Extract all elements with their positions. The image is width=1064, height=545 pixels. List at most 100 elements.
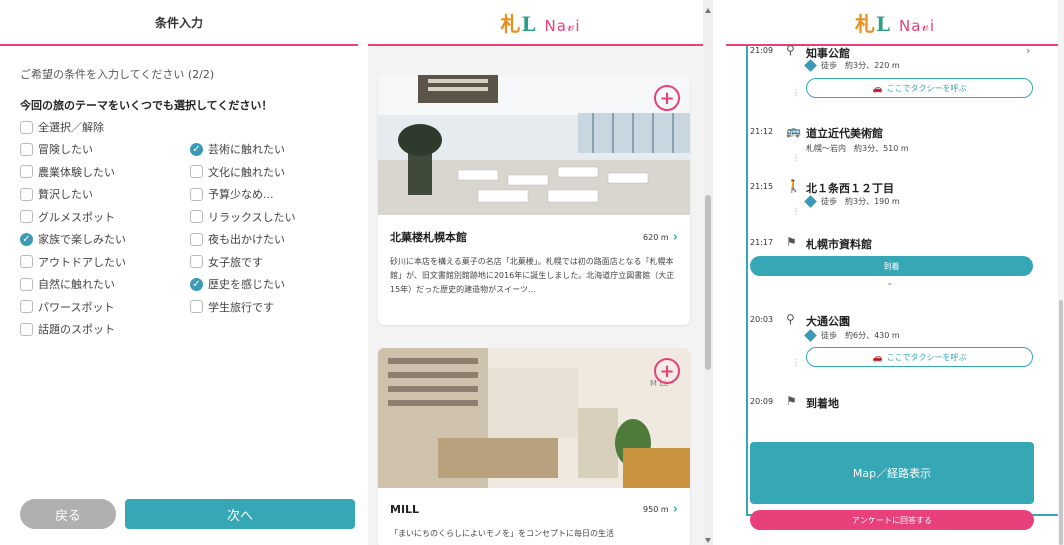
checkbox-label: 歴史を感じたい xyxy=(208,278,285,291)
theme-checkbox[interactable]: 農業体験したい xyxy=(20,163,115,181)
chevron-right-icon[interactable]: › xyxy=(673,502,678,517)
chevron-down-icon[interactable]: ⌄ xyxy=(886,278,894,288)
checkbox-box[interactable] xyxy=(20,142,33,156)
stop-name[interactable]: 道立近代美術館 xyxy=(806,125,883,141)
theme-checkbox[interactable]: パワースポット xyxy=(20,298,114,316)
theme-checkbox[interactable]: リラックスしたい xyxy=(190,208,296,226)
route-connector: ⋮ xyxy=(792,207,800,216)
back-button[interactable]: 戻る xyxy=(20,499,116,529)
checkbox-box[interactable] xyxy=(20,277,33,291)
stop-name[interactable]: 知事公館 xyxy=(806,45,850,61)
card-title-row: 北菓楼札幌本館 620 m › xyxy=(378,215,690,251)
checkbox-label: リラックスしたい xyxy=(208,210,296,224)
spot-title: MILL xyxy=(390,503,420,516)
stop-time: 21:17 xyxy=(750,238,774,247)
theme-checkbox[interactable]: 冒険したい xyxy=(20,140,93,158)
call-taxi-button[interactable]: 🚗 ここでタクシーを呼ぶ xyxy=(806,78,1033,98)
arrived-button[interactable]: 到着 xyxy=(750,256,1033,276)
checkmark-icon[interactable]: ✓ xyxy=(20,232,33,246)
stop-name[interactable]: 到着地 xyxy=(806,395,839,411)
distance-text: 950 m xyxy=(643,505,669,514)
checkbox-box[interactable] xyxy=(20,165,33,178)
select-all-checkbox[interactable]: 全選択／解除 xyxy=(20,118,104,136)
checkbox-box[interactable] xyxy=(20,322,33,336)
scrollbar[interactable] xyxy=(1058,0,1064,545)
spot-description: 「まいにちのくらしによいモノを」をコンセプトに毎日の生活 xyxy=(390,529,614,538)
pin-icon: ⚲ xyxy=(786,312,795,326)
theme-checkbox[interactable]: グルメスポット xyxy=(20,208,115,226)
map-route-button[interactable]: Map／経路表示 xyxy=(750,442,1034,504)
chevron-right-icon[interactable]: › xyxy=(673,230,678,245)
stop-time: 21:15 xyxy=(750,182,774,191)
theme-checkbox[interactable]: ✓ 歴史を感じたい xyxy=(190,275,285,293)
scrollbar[interactable] xyxy=(703,0,713,545)
spot-card[interactable]: + 北菓楼札幌本館 620 m › 砂川に本店を構える菓子の名店「北菓楼」。札幌… xyxy=(378,75,690,325)
checkbox-box[interactable] xyxy=(190,255,203,268)
checkbox-box[interactable] xyxy=(20,120,33,134)
checkbox-box[interactable] xyxy=(190,210,203,223)
stop-name[interactable]: 大通公園 xyxy=(806,313,850,329)
walk-text: 徒歩 約6分、430 m xyxy=(821,331,900,340)
transit-info: 札幌〜岩内 約3分、510 m xyxy=(806,144,909,153)
walk-icon xyxy=(804,329,817,342)
theme-checkbox[interactable]: 学生旅行です xyxy=(190,298,274,316)
checkbox-label: 冒険したい xyxy=(38,143,93,156)
spot-distance[interactable]: 950 m › xyxy=(643,502,678,517)
distance-text: 620 m xyxy=(643,232,669,242)
checkbox-box[interactable] xyxy=(190,165,203,178)
theme-checkbox[interactable]: 文化に触れたい xyxy=(190,163,285,181)
checkbox-label: 自然に触れたい xyxy=(38,278,115,291)
stop-name[interactable]: 北１条西１２丁目 xyxy=(806,180,894,196)
checkbox-box[interactable] xyxy=(20,187,33,201)
add-spot-icon[interactable]: + xyxy=(654,358,680,384)
theme-checkbox[interactable]: 贅沢したい xyxy=(20,185,93,203)
call-taxi-button[interactable]: 🚗 ここでタクシーを呼ぶ xyxy=(806,347,1033,367)
next-button[interactable]: 次へ xyxy=(125,499,355,529)
spot-list-panel: 札L Na𝓋i + 北菓楼札幌本館 620 m › 砂川に本店を構える菓子の名店… xyxy=(368,0,713,545)
walk-icon xyxy=(804,195,817,208)
stop-time: 20:03 xyxy=(750,315,774,324)
checkbox-box[interactable] xyxy=(20,210,33,223)
scroll-up-icon[interactable] xyxy=(705,8,711,13)
checkbox-label: 全選択／解除 xyxy=(38,121,104,134)
scroll-down-icon[interactable] xyxy=(705,538,711,543)
survey-button[interactable]: アンケートに回答する xyxy=(750,510,1034,530)
theme-checkbox[interactable]: 夜も出かけたい xyxy=(190,230,285,248)
spot-description: 砂川に本店を構える菓子の名店「北菓楼」。札幌では初の路面店となる「札幌本館」が、… xyxy=(390,257,675,294)
checkmark-icon[interactable]: ✓ xyxy=(190,142,203,156)
stop-time: 21:09 xyxy=(750,46,774,55)
add-spot-icon[interactable]: + xyxy=(654,85,680,111)
spot-title: 北菓楼札幌本館 xyxy=(390,231,467,244)
spot-distance[interactable]: 620 m › xyxy=(643,230,678,245)
checkbox-box[interactable] xyxy=(190,187,203,201)
card-title-row: MILL 950 m › xyxy=(378,488,690,523)
checkbox-box[interactable] xyxy=(190,232,203,246)
conditions-panel: 条件入力 ご希望の条件を入力してください (2/2) 今回の旅のテーマをいくつで… xyxy=(0,0,358,545)
theme-checkbox[interactable]: ✓ 芸術に触れたい xyxy=(190,140,285,158)
checkbox-box[interactable] xyxy=(20,255,33,268)
chevron-right-icon[interactable]: › xyxy=(1026,44,1030,57)
checkbox-label: 学生旅行です xyxy=(208,300,274,314)
theme-checkbox[interactable]: 予算少なめ... xyxy=(190,185,274,203)
theme-checkbox[interactable]: アウトドアしたい xyxy=(20,253,126,271)
stop-time: 20:09 xyxy=(750,397,774,406)
checkbox-label: アウトドアしたい xyxy=(38,255,126,269)
stop-name[interactable]: 札幌市資料館 xyxy=(806,236,872,252)
route-connector: ⋮ xyxy=(792,88,800,97)
checkbox-label: 贅沢したい xyxy=(38,188,93,201)
theme-checkbox[interactable]: 女子旅です xyxy=(190,253,263,271)
spot-card[interactable]: M LL + MILL 950 m › 「まいにちのくらしによいモノを」をコンセ… xyxy=(378,348,690,545)
checkbox-label: 家族で楽しみたい xyxy=(38,233,126,246)
checkbox-box[interactable] xyxy=(190,300,203,313)
flag-icon: ⚑ xyxy=(786,235,797,249)
theme-checkbox[interactable]: 話題のスポット xyxy=(20,320,115,338)
checkmark-icon[interactable]: ✓ xyxy=(190,277,203,291)
theme-checkbox[interactable]: 自然に触れたい xyxy=(20,275,115,293)
checkbox-box[interactable] xyxy=(20,300,33,313)
flag-icon: ⚑ xyxy=(786,394,797,408)
scroll-thumb[interactable] xyxy=(705,195,711,370)
theme-checkbox[interactable]: ✓ 家族で楽しみたい xyxy=(20,230,126,248)
checkbox-label: 予算少なめ... xyxy=(208,188,274,201)
stop-time: 21:12 xyxy=(750,127,774,136)
scroll-thumb[interactable] xyxy=(1059,300,1063,545)
